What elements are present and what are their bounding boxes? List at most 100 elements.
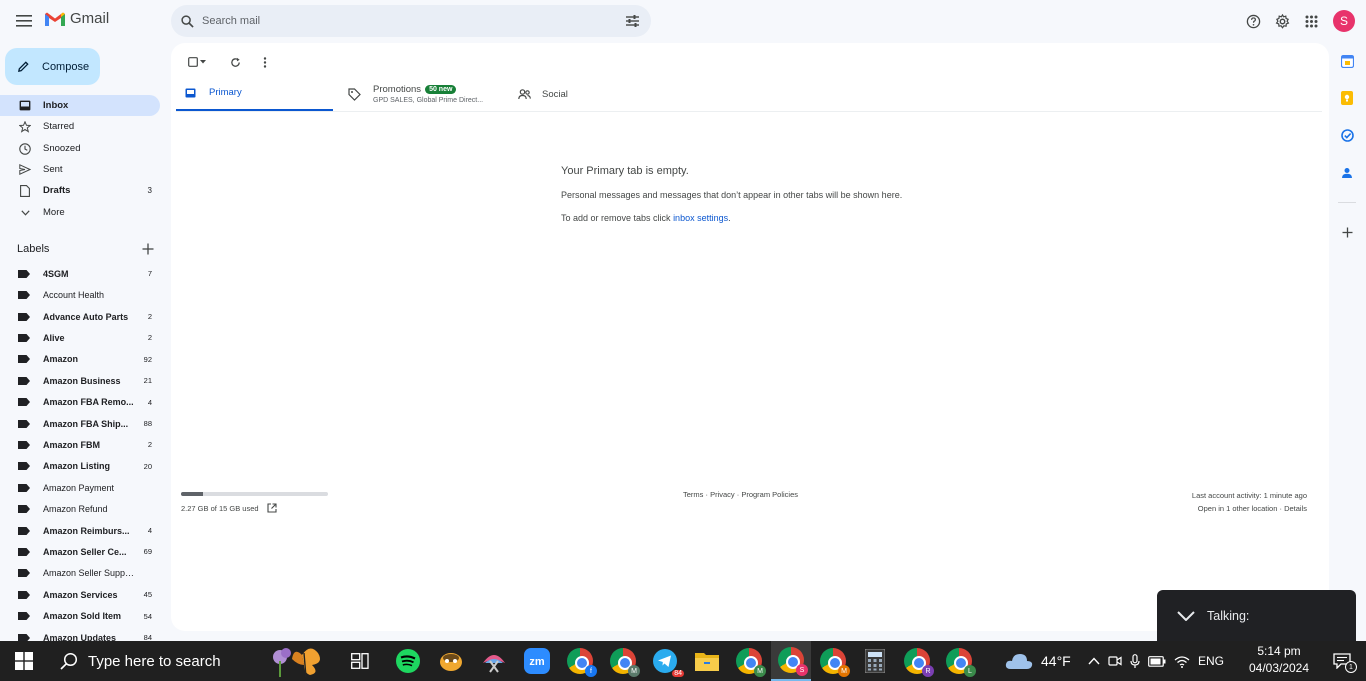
sidebar-item-label: Inbox [43, 100, 69, 111]
file-explorer-icon[interactable] [687, 641, 727, 681]
taskbar-search-placeholder: Type here to search [88, 652, 221, 670]
label-name: Amazon Reimburs... [43, 525, 130, 536]
windows-start-button[interactable] [4, 641, 44, 681]
snipping-tool-icon[interactable] [474, 641, 514, 681]
zoom-icon[interactable]: zm [517, 641, 557, 681]
compose-button[interactable]: Compose [5, 48, 100, 85]
chrome-profile-r-icon[interactable]: R [897, 641, 937, 681]
apps-grid-icon[interactable] [1298, 8, 1324, 34]
gmail-logo[interactable]: Gmail [44, 10, 109, 27]
fish-app-icon[interactable] [431, 641, 471, 681]
label-item[interactable]: Amazon Payment [0, 477, 160, 499]
microphone-icon[interactable] [1130, 653, 1140, 669]
label-item[interactable]: Account Health [0, 284, 160, 306]
telegram-icon[interactable]: 84 [645, 641, 685, 681]
label-item[interactable]: Amazon Refund [0, 498, 160, 520]
chrome-profile-facebook-icon[interactable]: f [560, 641, 600, 681]
notification-center-button[interactable]: 1 [1322, 641, 1362, 681]
help-icon[interactable] [1240, 8, 1266, 34]
sidebar-item-snoozed[interactable]: Snoozed [0, 138, 160, 159]
tab-social[interactable]: Social [518, 76, 638, 112]
new-count-badge: 50 new [425, 85, 457, 94]
label-item[interactable]: Amazon FBM 2 [0, 434, 160, 456]
inbox-settings-link[interactable]: inbox settings [673, 213, 728, 223]
label-item[interactable]: Amazon FBA Ship... 88 [0, 413, 160, 435]
calculator-icon[interactable] [855, 641, 895, 681]
language-indicator[interactable]: ENG [1198, 654, 1224, 668]
sidebar-item-drafts[interactable]: Drafts 3 [0, 180, 160, 201]
tabs-divider [176, 111, 1322, 112]
search-icon[interactable] [181, 14, 194, 28]
label-item[interactable]: Amazon Sold Item 54 [0, 605, 160, 627]
tab-primary[interactable]: Primary [176, 76, 333, 112]
main-menu-button[interactable] [8, 5, 40, 37]
chrome-profile-s-icon[interactable]: S [771, 641, 811, 681]
task-view-icon[interactable] [340, 641, 380, 681]
tray-chevron-up-icon[interactable] [1088, 657, 1100, 665]
sidebar-item-label: Sent [43, 164, 63, 175]
label-item[interactable]: Alive 2 [0, 327, 160, 349]
tab-promotions[interactable]: Promotions 50 new GPD SALES, Global Prim… [348, 76, 513, 112]
label-item[interactable]: Amazon Business 21 [0, 370, 160, 392]
select-dropdown-icon[interactable] [200, 60, 206, 64]
label-tag-icon [18, 376, 32, 385]
search-input[interactable] [202, 15, 602, 27]
taskbar-clock[interactable]: 5:14 pm 04/03/2024 [1246, 643, 1312, 677]
sidebar-item-more[interactable]: More [0, 202, 160, 223]
label-name: Amazon Seller Ce... [43, 546, 127, 557]
battery-icon[interactable] [1148, 655, 1166, 667]
chrome-profile-l-icon[interactable]: L [939, 641, 979, 681]
label-tag-icon [18, 333, 32, 342]
label-tag-icon [18, 419, 32, 428]
label-tag-icon [18, 462, 32, 471]
label-item[interactable]: 4SGM 7 [0, 263, 160, 285]
label-item[interactable]: Amazon Seller Ce... 69 [0, 541, 160, 563]
calendar-icon[interactable] [1338, 52, 1356, 70]
tab-primary-label: Primary [209, 87, 242, 98]
sidebar-item-starred[interactable]: Starred [0, 116, 160, 137]
label-item[interactable]: Amazon Reimburs... 4 [0, 520, 160, 542]
chevron-down-icon[interactable] [1177, 610, 1195, 621]
footer-links[interactable]: Terms · Privacy · Program Policies [683, 490, 798, 499]
label-item[interactable]: Amazon 92 [0, 349, 160, 371]
sidebar-item-inbox[interactable]: Inbox [0, 95, 160, 116]
chevron-down-icon [18, 209, 32, 216]
notification-count-badge: 1 [1345, 661, 1357, 673]
label-item[interactable]: Amazon Seller Support [0, 563, 160, 585]
taskbar-search-box[interactable]: Type here to search [48, 641, 332, 681]
weather-widget[interactable]: 44°F [1005, 641, 1071, 681]
open-locations-link[interactable]: Open in 1 other location · Details [1100, 502, 1307, 515]
label-item[interactable]: Amazon Listing 20 [0, 456, 160, 478]
add-label-plus-icon[interactable] [141, 242, 155, 256]
magnifier-icon [60, 652, 78, 670]
chrome-profile-orange-icon[interactable]: M [813, 641, 853, 681]
label-tag-icon [18, 483, 32, 492]
meet-now-icon[interactable] [1108, 654, 1122, 668]
tab-social-label: Social [542, 88, 568, 100]
wifi-icon[interactable] [1174, 655, 1190, 668]
label-name: Amazon [43, 354, 79, 365]
label-tag-icon [18, 269, 32, 278]
search-bar[interactable] [171, 5, 651, 37]
chrome-profile-m-icon[interactable]: M [603, 641, 643, 681]
talking-popup[interactable]: Talking: [1157, 590, 1356, 641]
add-addon-plus-icon[interactable] [1338, 223, 1356, 241]
keep-icon[interactable] [1338, 89, 1356, 107]
open-external-icon[interactable] [267, 503, 277, 513]
refresh-icon[interactable] [226, 53, 244, 71]
search-options-icon[interactable] [626, 15, 639, 27]
label-item[interactable]: Advance Auto Parts 2 [0, 306, 160, 328]
label-count: 4 [147, 397, 152, 407]
settings-gear-icon[interactable] [1269, 8, 1295, 34]
chrome-profile-m-green-icon[interactable]: M [729, 641, 769, 681]
more-options-vertical-icon[interactable] [256, 53, 274, 71]
label-name: Account Health [43, 290, 105, 301]
tasks-icon[interactable] [1338, 126, 1356, 144]
label-item[interactable]: Amazon Services 45 [0, 584, 160, 606]
label-item[interactable]: Amazon FBA Remo... 4 [0, 391, 160, 413]
spotify-icon[interactable] [388, 641, 428, 681]
send-icon [18, 164, 32, 175]
account-avatar[interactable]: S [1333, 10, 1355, 32]
sidebar-item-sent[interactable]: Sent [0, 159, 160, 180]
contacts-icon[interactable] [1338, 164, 1356, 182]
